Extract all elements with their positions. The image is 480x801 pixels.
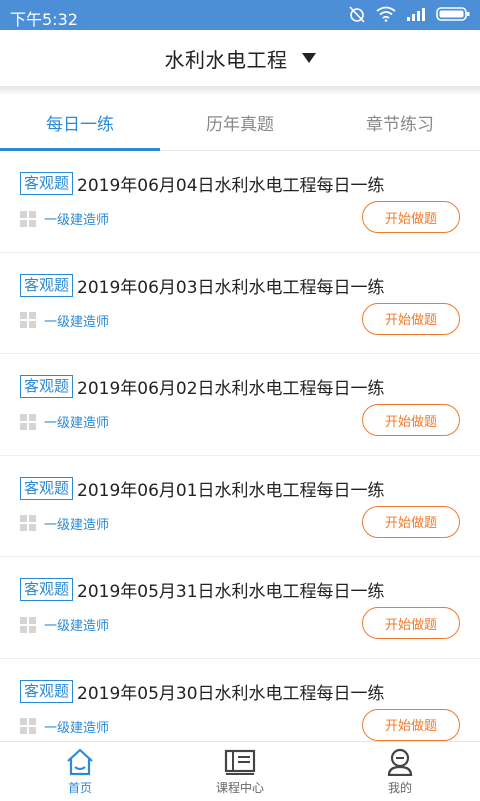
item-title: 2019年06月01日水利水电工程每日一练 [77, 480, 385, 501]
list-item[interactable]: 客观题 2019年05月31日水利水电工程每日一练 一级建造师 开始做题 [0, 557, 480, 659]
status-icons [348, 5, 470, 23]
type-badge: 客观题 [20, 578, 74, 601]
start-practice-button[interactable]: 开始做题 [362, 201, 460, 233]
nav-profile-label: 我的 [387, 780, 412, 795]
home-icon [67, 748, 93, 775]
subject-selector[interactable]: 水利水电工程 [0, 30, 480, 86]
category-grid-icon [20, 210, 36, 227]
wifi-icon [376, 6, 396, 22]
item-title: 2019年05月31日水利水电工程每日一练 [77, 582, 385, 602]
category-label: 一级建造师 [44, 314, 110, 330]
item-header: 客观题 2019年05月30日水利水电工程每日一练 [20, 679, 385, 704]
status-time: 下午5:32 [10, 10, 78, 29]
status-bar: 下午5:32 [0, 0, 480, 30]
category-label: 一级建造师 [44, 517, 110, 533]
start-practice-button[interactable]: 开始做题 [362, 505, 460, 538]
category-grid-icon [20, 413, 36, 430]
item-header: 客观题 2019年06月04日水利水电工程每日一练 [20, 171, 385, 196]
header-divider [0, 86, 480, 94]
nav-profile[interactable]: 我的 [320, 742, 480, 801]
item-header: 客观题 2019年05月31日水利水电工程每日一练 [20, 577, 385, 602]
category-grid-icon [20, 616, 36, 633]
category-label: 一级建造师 [44, 213, 110, 228]
page-title: 水利水电工程 [164, 47, 288, 72]
item-title: 2019年06月02日水利水电工程每日一练 [77, 379, 385, 399]
type-badge: 客观题 [20, 476, 74, 500]
list-item[interactable]: 客观题 2019年06月03日水利水电工程每日一练 一级建造师 开始做题 [0, 253, 480, 354]
nav-course-center-label: 课程中心 [215, 780, 264, 795]
item-meta: 一级建造师 [20, 209, 109, 228]
type-badge: 客观题 [20, 273, 74, 297]
list-item[interactable]: 客观题 2019年06月04日水利水电工程每日一练 一级建造师 开始做题 [0, 151, 480, 253]
category-grid-icon [20, 312, 36, 328]
start-practice-button[interactable]: 开始做题 [362, 708, 460, 741]
category-grid-icon [20, 718, 36, 734]
item-header: 客观题 2019年06月03日水利水电工程每日一练 [20, 273, 385, 298]
item-meta: 一级建造师 [20, 717, 109, 736]
item-meta: 一级建造师 [20, 412, 109, 431]
list-item[interactable]: 客观题 2019年06月01日水利水电工程每日一练 一级建造师 开始做题 [0, 456, 480, 557]
item-meta: 一级建造师 [20, 311, 109, 330]
signal-icon [407, 8, 425, 21]
dropdown-caret-icon [301, 53, 316, 63]
start-practice-button[interactable]: 开始做题 [362, 404, 460, 436]
tab-daily-practice[interactable]: 每日一练 [0, 94, 160, 151]
course-icon [224, 749, 256, 775]
tab-bar: 每日一练 历年真题 章节练习 [0, 94, 480, 151]
start-practice-button[interactable]: 开始做题 [362, 302, 460, 335]
category-label: 一级建造师 [44, 720, 110, 736]
item-header: 客观题 2019年06月02日水利水电工程每日一练 [20, 374, 385, 399]
tab-past-exams[interactable]: 历年真题 [160, 94, 320, 150]
list-item[interactable]: 客观题 2019年06月02日水利水电工程每日一练 一级建造师 开始做题 [0, 354, 480, 456]
practice-list: 客观题 2019年06月04日水利水电工程每日一练 一级建造师 开始做题 客观题… [0, 151, 480, 741]
nav-home[interactable]: 首页 [0, 742, 160, 801]
bottom-nav: 首页 课程中心 我的 [0, 741, 480, 801]
nav-home-label: 首页 [67, 780, 92, 795]
profile-icon [387, 748, 413, 776]
category-label: 一级建造师 [44, 416, 110, 431]
battery-icon [436, 7, 470, 21]
category-label: 一级建造师 [44, 619, 110, 634]
type-badge: 客观题 [20, 375, 74, 398]
item-title: 2019年06月04日水利水电工程每日一练 [77, 176, 385, 196]
nav-course-center[interactable]: 课程中心 [160, 742, 320, 801]
item-title: 2019年06月03日水利水电工程每日一练 [77, 277, 385, 298]
item-meta: 一级建造师 [20, 615, 109, 634]
item-header: 客观题 2019年06月01日水利水电工程每日一练 [20, 476, 385, 501]
list-item[interactable]: 客观题 2019年05月30日水利水电工程每日一练 一级建造师 开始做题 [0, 659, 480, 742]
start-practice-button[interactable]: 开始做题 [362, 607, 460, 639]
alarm-off-icon [349, 6, 365, 23]
type-badge: 客观题 [20, 172, 74, 195]
item-meta: 一级建造师 [20, 514, 109, 533]
category-grid-icon [20, 515, 36, 531]
tab-chapter-practice[interactable]: 章节练习 [320, 94, 480, 150]
type-badge: 客观题 [20, 679, 74, 703]
item-title: 2019年05月30日水利水电工程每日一练 [77, 683, 385, 704]
